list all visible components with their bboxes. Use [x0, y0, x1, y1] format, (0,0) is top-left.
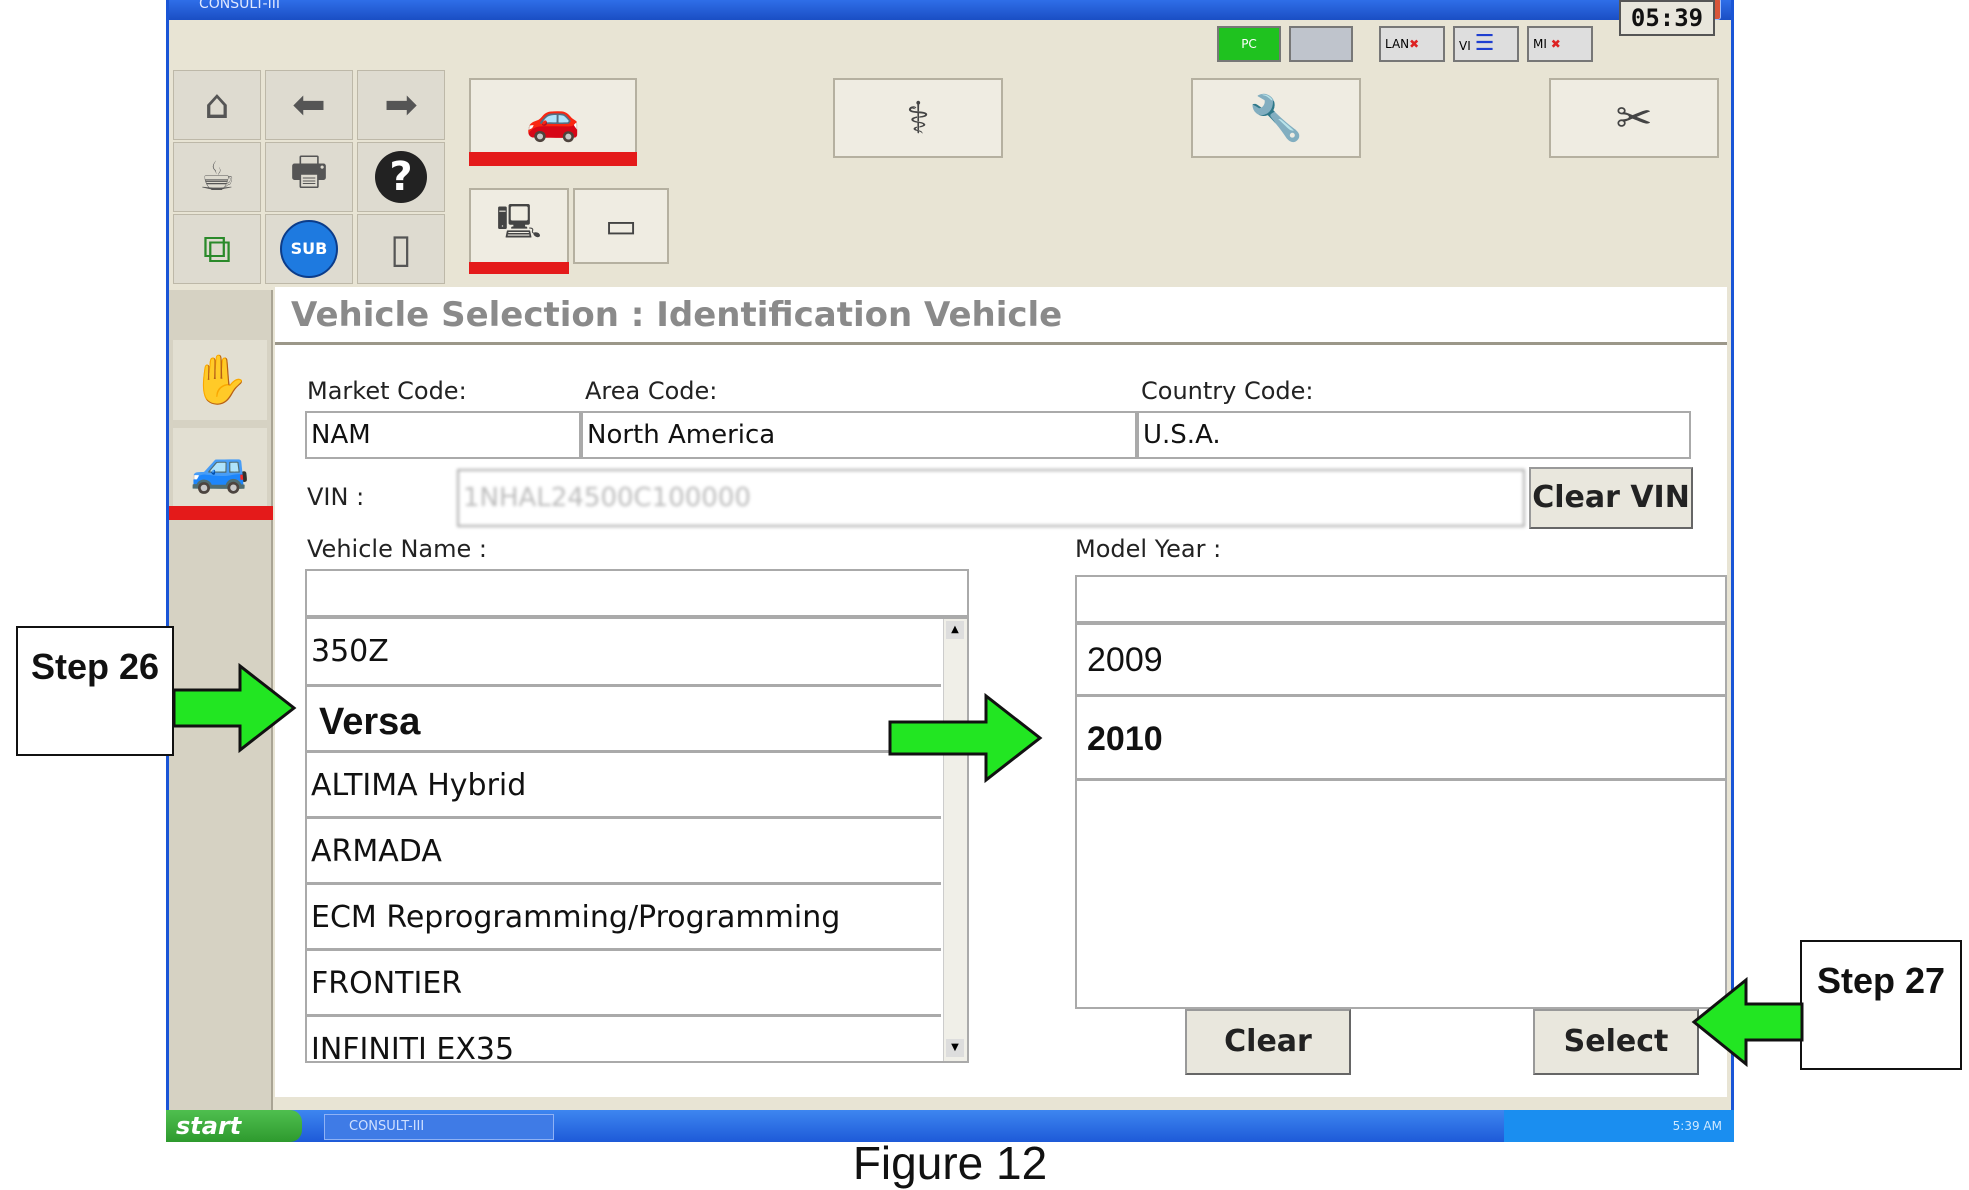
printer-icon: 🖶 — [290, 149, 328, 195]
help-button[interactable]: ? — [357, 142, 445, 212]
arrow-left-icon: ⬅ — [292, 82, 326, 128]
list-item[interactable]: ALTIMA Hybrid — [307, 753, 941, 819]
forward-button[interactable]: ➡ — [357, 70, 445, 140]
step-27-arrow-icon — [1691, 976, 1804, 1068]
list-item[interactable]: INFINITI EX35 — [307, 1017, 941, 1061]
figure-caption: Figure 12 — [852, 1137, 1048, 1189]
area-code-label: Area Code: — [585, 377, 718, 405]
market-code-field: NAM — [305, 411, 581, 459]
mi-error-icon: ✖ — [1550, 37, 1561, 51]
mobile-device-icon: ▯ — [389, 226, 412, 272]
list-item[interactable]: 350Z — [307, 619, 941, 687]
model-year-arrow-icon — [888, 692, 1043, 784]
app-window: CONSULT-III PC LAN✖ VI ☰ MI ✖ 05:39 ⌂ ⬅ … — [166, 0, 1734, 1142]
scroll-down-icon[interactable]: ▼ — [946, 1039, 964, 1057]
clock-display: 05:39 — [1619, 0, 1715, 36]
ecu-icon: 🖳 — [496, 201, 542, 242]
model-year-label: Model Year : — [1075, 535, 1222, 563]
vehicle-select-active-indicator — [169, 506, 273, 520]
lan-error-icon: ✖ — [1409, 37, 1420, 51]
arrow-right-icon: ➡ — [384, 82, 418, 128]
list-item[interactable]: ARMADA — [307, 819, 941, 885]
select-button[interactable]: Select — [1533, 1009, 1699, 1075]
help-icon: ? — [375, 151, 427, 203]
vin-input[interactable]: 1NHAL24500C100000 — [457, 469, 1525, 527]
lan-status-indicator: LAN✖ — [1379, 26, 1445, 62]
settings-tool-button[interactable]: ✂ — [1549, 78, 1719, 158]
list-item[interactable]: FRONTIER — [307, 951, 941, 1017]
step-26-label: Step 26 — [30, 646, 160, 687]
home-button[interactable]: ⌂ — [173, 70, 261, 140]
area-code-field: North America — [581, 411, 1137, 459]
pc-status-indicator: PC — [1217, 26, 1281, 62]
window-title: CONSULT-III — [199, 0, 280, 12]
list-item[interactable]: ECM Reprogramming/Programming — [307, 885, 941, 951]
step-26-arrow-icon — [172, 662, 297, 754]
vehicle-list-scrollbar[interactable]: ▲ ▼ — [943, 619, 967, 1061]
capture-icon: ⧉ — [202, 226, 232, 272]
step-27-label: Step 27 — [1816, 960, 1946, 1001]
screen-capture-button[interactable]: ⧉ — [173, 214, 261, 284]
market-code-label: Market Code: — [307, 377, 467, 405]
vi-bars-icon: ☰ — [1474, 31, 1495, 56]
wrench-icon: 🔧 — [1248, 93, 1304, 144]
cars-hand-icon: 🚙 — [190, 440, 250, 496]
step-27-callout: Step 27 — [1800, 940, 1962, 1070]
model-year-list[interactable]: 2009 2010 — [1075, 623, 1727, 1009]
sub-mode-button[interactable]: SUB — [265, 214, 353, 284]
taskbar-app-button[interactable]: CONSULT-III — [324, 1114, 554, 1140]
blank-status-indicator — [1289, 26, 1353, 62]
vi-status-indicator: VI ☰ — [1453, 26, 1519, 62]
diagnosis-button[interactable]: ⚕ — [833, 78, 1003, 158]
monitor-button[interactable]: ▭ — [573, 188, 669, 264]
coffee-cup-icon: ☕ — [199, 154, 235, 200]
pliers-icon: ✂ — [1615, 92, 1653, 144]
model-year-filter-input[interactable] — [1075, 575, 1727, 623]
monitor-icon: ▭ — [604, 206, 638, 246]
clear-button[interactable]: Clear — [1185, 1009, 1351, 1075]
list-item-selected[interactable]: 2010 — [1077, 697, 1725, 781]
tray-clock: 5:39 AM — [1672, 1119, 1722, 1133]
tools-hand-icon: ✋ — [190, 352, 250, 408]
page-title: Vehicle Selection : Identification Vehic… — [275, 287, 1727, 345]
vin-label: VIN : — [307, 483, 365, 511]
scroll-up-icon[interactable]: ▲ — [946, 621, 964, 639]
vehicle-name-label: Vehicle Name : — [307, 535, 487, 563]
vehicle-diagnosis-tool-button[interactable]: 🚗 — [469, 78, 637, 158]
vi-label: VI — [1459, 39, 1471, 53]
mi-label: MI — [1533, 37, 1547, 51]
ecu-active-indicator — [469, 262, 569, 274]
list-item-selected[interactable]: Versa — [307, 687, 941, 753]
system-tray: 5:39 AM — [1504, 1110, 1734, 1142]
country-code-field: U.S.A. — [1137, 411, 1691, 459]
title-bar: CONSULT-III — [169, 0, 1731, 20]
list-item[interactable]: 2009 — [1077, 625, 1725, 697]
vehicle-name-list[interactable]: 350Z Versa ALTIMA Hybrid ARMADA ECM Repr… — [305, 617, 969, 1063]
mi-status-indicator: MI ✖ — [1527, 26, 1593, 62]
vehicle-select-button[interactable]: 🚙 — [173, 428, 267, 508]
sub-icon: SUB — [280, 220, 338, 278]
vehicle-name-filter-input[interactable] — [305, 569, 969, 617]
ecu-diagnosis-button[interactable]: 🖳 — [469, 188, 569, 264]
back-button[interactable]: ⬅ — [265, 70, 353, 140]
start-button[interactable]: start — [166, 1110, 302, 1142]
home-icon: ⌂ — [204, 82, 230, 128]
car-diagnosis-icon: 🚗 — [525, 93, 581, 144]
clear-vin-button[interactable]: Clear VIN — [1529, 467, 1693, 529]
print-button[interactable]: 🖶 — [265, 142, 353, 212]
country-code-label: Country Code: — [1141, 377, 1314, 405]
stethoscope-icon: ⚕ — [906, 92, 930, 144]
coffee-button[interactable]: ☕ — [173, 142, 261, 212]
lan-label: LAN — [1385, 37, 1410, 51]
device-button[interactable]: ▯ — [357, 214, 445, 284]
step-26-callout: Step 26 — [16, 626, 174, 756]
repair-tool-button[interactable]: 🔧 — [1191, 78, 1361, 158]
vehicle-tool-active-indicator — [469, 152, 637, 166]
manual-select-button[interactable]: ✋ — [173, 340, 267, 420]
